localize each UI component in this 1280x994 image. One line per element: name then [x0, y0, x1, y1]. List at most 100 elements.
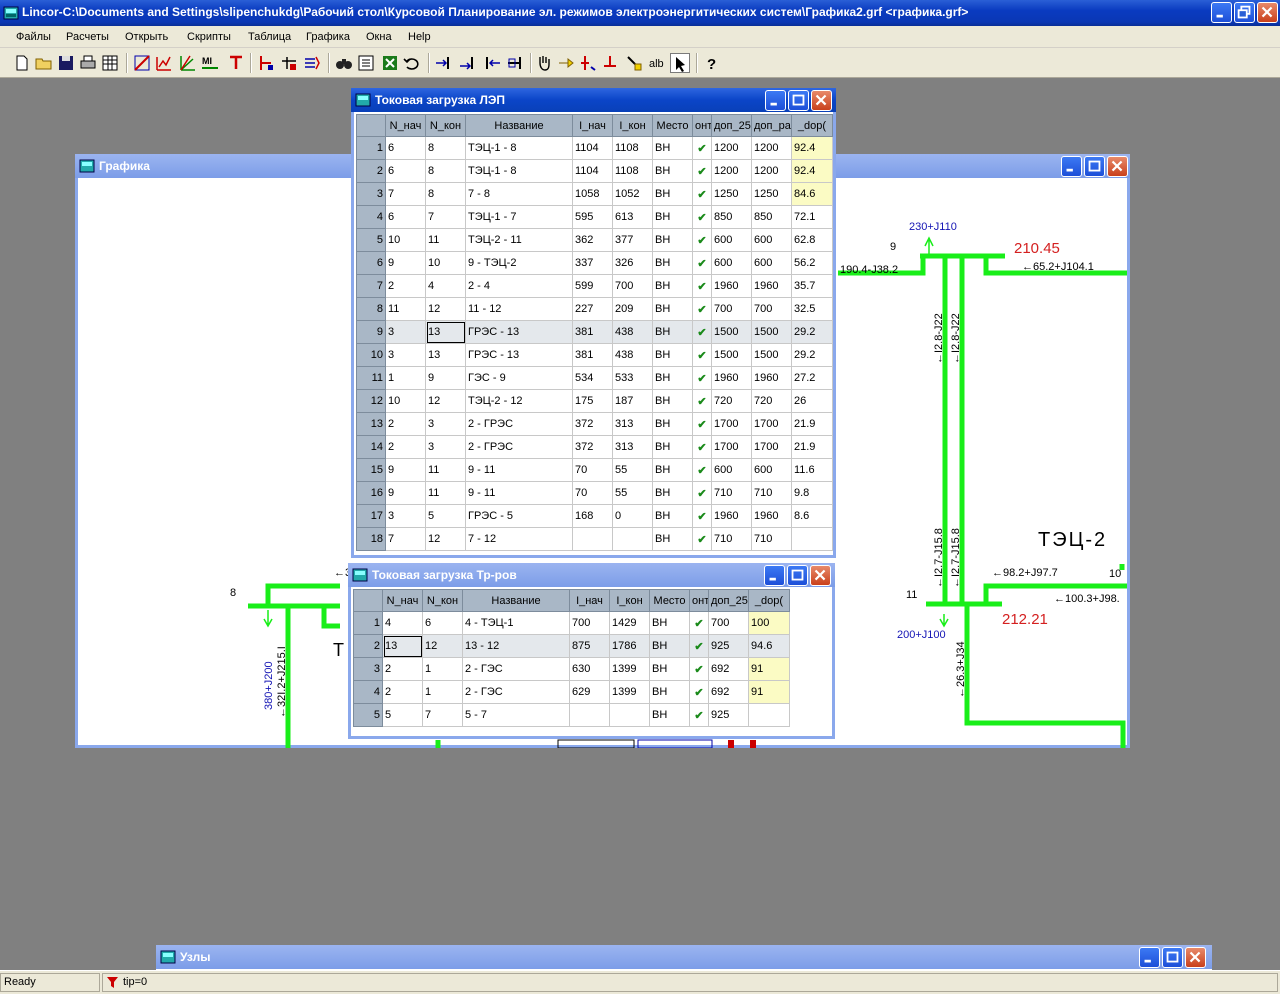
lep-cell[interactable]: 599 [572, 274, 613, 298]
lep-cell[interactable]: 850 [751, 205, 792, 229]
tr-row[interactable]: 3212 - ГЭС 630 1399 ВН ✔ 692 91 [353, 657, 790, 681]
lep-cell[interactable]: 21.9 [791, 412, 833, 436]
lep-cell[interactable]: 372 [572, 435, 613, 459]
lep-cell[interactable]: 92.4 [791, 136, 833, 160]
lep-cell[interactable]: 1200 [711, 136, 752, 160]
lep-cell[interactable]: 55 [612, 458, 653, 482]
lep-cell[interactable]: 1108 [612, 136, 653, 160]
lep-cell[interactable]: ✔ [692, 527, 712, 551]
tr-cell[interactable]: 692 [708, 680, 749, 704]
lep-col-place[interactable]: Место [652, 114, 693, 137]
lep-row-number[interactable]: 4 [356, 205, 386, 229]
tr-row-number[interactable]: 3 [353, 657, 383, 681]
lep-cell[interactable]: 8.6 [791, 504, 833, 528]
edit-tool-button[interactable] [624, 53, 644, 73]
lep-cell[interactable]: 377 [612, 228, 653, 252]
lep-cell[interactable]: 1200 [711, 159, 752, 183]
menu-scripts[interactable]: Скрипты [187, 31, 231, 43]
lep-cell[interactable]: 27.2 [791, 366, 833, 390]
lep-cell[interactable]: 8 [425, 182, 466, 206]
lep-row[interactable]: 17 3 5 ГРЭС - 5 168 0 ВН ✔ 1960 1960 8.6 [356, 504, 833, 528]
lep-cell[interactable]: 1052 [612, 182, 653, 206]
lep-cell[interactable]: 6 [385, 205, 426, 229]
lep-cell[interactable]: 1700 [711, 435, 752, 459]
lep-cell[interactable]: 55 [612, 481, 653, 505]
tr-cell[interactable]: 100 [748, 611, 790, 635]
lep-cell[interactable]: 720 [711, 389, 752, 413]
lep-cell[interactable]: 84.6 [791, 182, 833, 206]
lep-cell[interactable]: 70 [572, 481, 613, 505]
lep-cell[interactable]: 600 [751, 458, 792, 482]
lep-cell[interactable]: ВН [652, 228, 693, 252]
tr-cell[interactable]: 2 - ГЭС [462, 657, 570, 681]
tr-cell[interactable]: 4 [382, 611, 423, 635]
lep-cell[interactable]: 2 [385, 412, 426, 436]
lep-cell[interactable]: ✔ [692, 274, 712, 298]
lep-row-number[interactable]: 9 [356, 320, 386, 344]
lep-cell[interactable]: 1700 [751, 435, 792, 459]
lep-row-number[interactable]: 8 [356, 297, 386, 321]
menu-table[interactable]: Таблица [248, 31, 291, 43]
lep-cell[interactable] [572, 527, 613, 551]
lep-col-name[interactable]: Название [465, 114, 573, 137]
lep-cell[interactable]: ✔ [692, 205, 712, 229]
lep-row[interactable]: 4 6 7 ТЭЦ-1 - 7 595 613 ВН ✔ 850 850 72.1 [356, 205, 833, 229]
lep-cell[interactable]: ТЭЦ-1 - 8 [465, 159, 573, 183]
lep-cell[interactable]: 56.2 [791, 251, 833, 275]
lep-cell[interactable]: ✔ [692, 389, 712, 413]
tr-row[interactable]: 4212 - ГЭС 629 1399 ВН ✔ 692 91 [353, 680, 790, 704]
tr-title-bar[interactable]: Токовая загрузка Тр-ров [348, 563, 835, 587]
lep-cell[interactable]: ТЭЦ-2 - 12 [465, 389, 573, 413]
tr-close-button[interactable] [810, 565, 831, 586]
lep-cell[interactable]: ВН [652, 481, 693, 505]
lep-cell[interactable]: 438 [612, 343, 653, 367]
lep-cell[interactable]: 92.4 [791, 159, 833, 183]
tr-cell[interactable]: 925 [708, 634, 749, 658]
lep-col-n-start[interactable]: N_нач [385, 114, 426, 137]
lep-cell[interactable]: 372 [572, 412, 613, 436]
lep-cell[interactable]: 2 - ГРЭС [465, 412, 573, 436]
lep-row[interactable]: 7242 - 4 599 700 ВН ✔ 1960 1960 35.7 [356, 274, 833, 298]
tr-row-number[interactable]: 5 [353, 703, 383, 727]
tr-minimize-button[interactable] [764, 565, 785, 586]
lep-cell[interactable]: ✔ [692, 435, 712, 459]
lep-cell[interactable]: ВН [652, 159, 693, 183]
lep-maximize-button[interactable] [788, 90, 809, 111]
lep-cell[interactable]: 381 [572, 343, 613, 367]
lep-col-i-start[interactable]: I_нач [572, 114, 613, 137]
lep-cell[interactable]: 3 [425, 412, 466, 436]
node-tool-3-button[interactable] [482, 53, 502, 73]
lep-cell[interactable]: 1960 [751, 366, 792, 390]
lep-cell[interactable]: 362 [572, 228, 613, 252]
text-label-button[interactable]: alb [648, 53, 668, 73]
tr-row[interactable]: 1464 - ТЭЦ-1 700 1429 ВН ✔ 700 100 [353, 611, 790, 635]
tr-row-number[interactable]: 2 [353, 634, 383, 658]
lep-cell[interactable]: ✔ [692, 343, 712, 367]
nodes-maximize-button[interactable] [1162, 947, 1183, 968]
lep-cell[interactable]: ВН [652, 136, 693, 160]
lep-cell[interactable]: 1960 [711, 504, 752, 528]
tr-col-place[interactable]: Место [649, 589, 690, 612]
tr-col-n-end[interactable]: N_кон [422, 589, 463, 612]
lep-cell[interactable]: 700 [751, 297, 792, 321]
lep-row-number[interactable]: 5 [356, 228, 386, 252]
line-tool-2-button[interactable] [600, 53, 620, 73]
lep-cell[interactable]: 12 [425, 389, 466, 413]
tr-cell[interactable]: 629 [569, 680, 610, 704]
lep-cell[interactable]: 9 - ТЭЦ-2 [465, 251, 573, 275]
lep-cell[interactable]: 11 [425, 228, 466, 252]
lep-cell[interactable]: ✔ [692, 366, 712, 390]
lep-cell[interactable]: 7 [385, 527, 426, 551]
line-tool-1-button[interactable] [578, 53, 598, 73]
close-button[interactable] [1257, 2, 1278, 23]
lep-cell[interactable]: 1960 [711, 366, 752, 390]
lep-cell[interactable]: 600 [711, 251, 752, 275]
lep-cell[interactable]: ВН [652, 458, 693, 482]
graphics-close-button[interactable] [1107, 156, 1128, 177]
lep-cell[interactable]: 2 [385, 435, 426, 459]
lep-cell[interactable]: 1200 [751, 136, 792, 160]
lep-cell[interactable]: ✔ [692, 412, 712, 436]
lep-row[interactable]: 14 2 3 2 - ГРЭС 372 313 ВН ✔ 1700 1700 21.9 [356, 435, 833, 459]
lep-cell[interactable]: 1250 [751, 182, 792, 206]
lep-cell[interactable]: ✔ [692, 228, 712, 252]
